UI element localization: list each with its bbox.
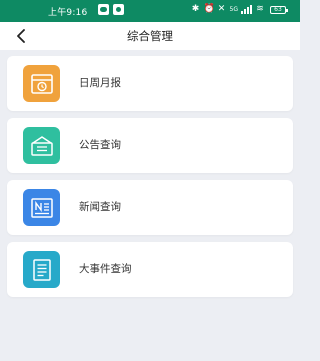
bluetooth-icon: ✱ xyxy=(191,4,200,14)
menu-item-news[interactable]: 新闻查询 xyxy=(7,180,293,235)
mute-icon: ✕ xyxy=(217,4,226,14)
announcement-tray-icon xyxy=(23,127,60,164)
menu-item-major-events[interactable]: 大事件查询 xyxy=(7,242,293,297)
app-notification-icon xyxy=(113,4,124,15)
document-list-icon xyxy=(23,251,60,288)
signal-icon xyxy=(241,5,252,14)
calendar-clock-icon xyxy=(23,65,60,102)
status-system-icons: ✱ ⏰ ✕ 5G ≋ 63 xyxy=(191,4,288,15)
status-notification-icons xyxy=(98,4,124,15)
battery-level: 63 xyxy=(274,5,282,13)
status-bar: 上午9:16 ✱ ⏰ ✕ 5G ≋ 63 xyxy=(0,0,300,22)
chat-notification-icon xyxy=(98,4,109,15)
page-title: 综合管理 xyxy=(127,29,173,43)
menu-item-label: 大事件查询 xyxy=(79,263,132,275)
network-type-label: 5G xyxy=(229,6,238,13)
menu-item-label: 公告查询 xyxy=(79,139,121,151)
battery-icon: 63 xyxy=(270,5,288,14)
nav-bar: 综合管理 xyxy=(0,22,300,50)
menu-item-announcement[interactable]: 公告查询 xyxy=(7,118,293,173)
menu-item-daily-report[interactable]: 日周月报 xyxy=(7,56,293,111)
status-time: 上午9:16 xyxy=(48,8,88,18)
menu-item-label: 新闻查询 xyxy=(79,201,121,213)
wifi-icon: ≋ xyxy=(256,4,264,14)
menu-item-label: 日周月报 xyxy=(79,77,121,89)
newspaper-icon xyxy=(23,189,60,226)
alarm-icon: ⏰ xyxy=(203,4,215,14)
